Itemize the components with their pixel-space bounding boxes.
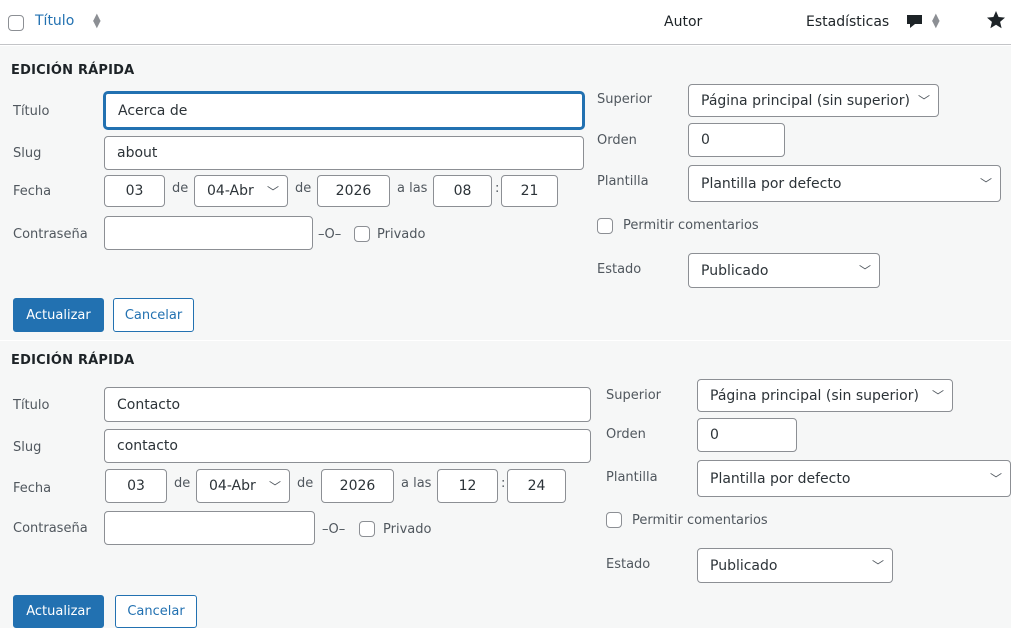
slug-label: Slug bbox=[13, 146, 42, 161]
template-select[interactable]: Plantilla por defecto ﹀ bbox=[697, 460, 1011, 497]
chevron-down-icon: ﹀ bbox=[931, 389, 944, 403]
year-input[interactable]: 2026 bbox=[317, 175, 390, 207]
author-column-header: Autor bbox=[664, 14, 703, 30]
status-select[interactable]: Publicado ﹀ bbox=[697, 548, 893, 583]
order-input[interactable]: 0 bbox=[688, 123, 785, 157]
chevron-down-icon: ﹀ bbox=[979, 177, 992, 191]
chevron-down-icon: ﹀ bbox=[871, 559, 884, 573]
date-label: Fecha bbox=[13, 184, 52, 199]
stats-column-header: Estadísticas bbox=[806, 14, 890, 30]
de-label-2: de bbox=[297, 476, 314, 491]
de-label: de bbox=[174, 476, 191, 491]
or-separator: –O– bbox=[318, 227, 342, 242]
chevron-down-icon: ﹀ bbox=[917, 94, 930, 108]
title-input[interactable]: Acerca de bbox=[104, 92, 584, 129]
parent-select[interactable]: Página principal (sin superior) ﹀ bbox=[697, 379, 953, 412]
chevron-down-icon: ﹀ bbox=[266, 184, 279, 199]
template-value: Plantilla por defecto bbox=[710, 470, 851, 487]
day-input[interactable]: 03 bbox=[105, 469, 167, 503]
template-select[interactable]: Plantilla por defecto ﹀ bbox=[688, 165, 1001, 202]
star-icon[interactable] bbox=[986, 10, 1006, 34]
month-select[interactable]: 04-Abr ﹀ bbox=[194, 175, 288, 207]
slug-input[interactable]: contacto bbox=[104, 429, 591, 463]
select-all-checkbox[interactable] bbox=[8, 15, 24, 31]
private-label: Privado bbox=[383, 522, 432, 537]
allow-comments-label: Permitir comentarios bbox=[632, 513, 768, 528]
password-label: Contraseña bbox=[13, 521, 88, 536]
cancel-button[interactable]: Cancelar bbox=[115, 595, 197, 628]
title-label: Título bbox=[13, 398, 50, 413]
order-label: Orden bbox=[606, 427, 646, 442]
chevron-down-icon: ﹀ bbox=[989, 472, 1002, 486]
at-label: a las bbox=[397, 181, 428, 196]
minute-input[interactable]: 21 bbox=[501, 175, 558, 207]
minute-input[interactable]: 24 bbox=[507, 469, 566, 503]
template-label: Plantilla bbox=[606, 470, 658, 485]
hour-input[interactable]: 08 bbox=[433, 175, 492, 207]
month-value: 04-Abr bbox=[209, 478, 256, 494]
hour-input[interactable]: 12 bbox=[437, 469, 498, 503]
parent-select[interactable]: Página principal (sin superior) ﹀ bbox=[688, 84, 939, 117]
de-label-2: de bbox=[295, 181, 312, 196]
slug-label: Slug bbox=[13, 440, 42, 455]
update-button[interactable]: Actualizar bbox=[13, 298, 104, 332]
password-label: Contraseña bbox=[13, 227, 88, 242]
date-label: Fecha bbox=[13, 481, 52, 496]
month-value: 04-Abr bbox=[207, 183, 254, 199]
order-label: Orden bbox=[597, 133, 637, 148]
title-label: Título bbox=[13, 104, 50, 119]
allow-comments-label: Permitir comentarios bbox=[623, 218, 759, 233]
template-label: Plantilla bbox=[597, 174, 649, 189]
colon-label: : bbox=[501, 476, 506, 491]
de-label: de bbox=[172, 181, 189, 196]
parent-label: Superior bbox=[597, 92, 652, 107]
password-input[interactable] bbox=[104, 216, 313, 250]
status-label: Estado bbox=[597, 262, 642, 277]
allow-comments-checkbox[interactable] bbox=[606, 512, 622, 528]
status-select[interactable]: Publicado ﹀ bbox=[688, 253, 880, 288]
parent-value: Página principal (sin superior) bbox=[701, 92, 910, 109]
private-label: Privado bbox=[377, 227, 426, 242]
quick-edit-title: EDICIÓN RÁPIDA bbox=[11, 63, 135, 78]
slug-input[interactable]: about bbox=[104, 136, 584, 170]
title-column-sort[interactable]: Título bbox=[35, 13, 74, 29]
quick-edit-title: EDICIÓN RÁPIDA bbox=[11, 353, 135, 368]
day-input[interactable]: 03 bbox=[104, 175, 165, 207]
colon-label: : bbox=[495, 181, 500, 196]
update-button[interactable]: Actualizar bbox=[13, 595, 104, 628]
at-label: a las bbox=[401, 476, 432, 491]
chevron-down-icon: ﹀ bbox=[268, 479, 281, 494]
comments-sort-icon[interactable]: ▲ ▼ bbox=[932, 13, 940, 30]
table-header: Título ▲ ▼ Autor Estadísticas ▲ ▼ bbox=[0, 0, 1011, 45]
parent-label: Superior bbox=[606, 388, 661, 403]
parent-value: Página principal (sin superior) bbox=[710, 387, 919, 404]
cancel-button[interactable]: Cancelar bbox=[113, 298, 194, 332]
private-checkbox[interactable] bbox=[359, 521, 375, 537]
status-label: Estado bbox=[606, 557, 651, 572]
private-checkbox[interactable] bbox=[354, 226, 370, 242]
template-value: Plantilla por defecto bbox=[701, 175, 842, 192]
status-value: Publicado bbox=[710, 557, 778, 574]
allow-comments-checkbox[interactable] bbox=[597, 218, 613, 234]
chevron-down-icon: ﹀ bbox=[858, 264, 871, 278]
month-select[interactable]: 04-Abr ﹀ bbox=[196, 469, 290, 503]
title-input[interactable]: Contacto bbox=[104, 387, 591, 422]
year-input[interactable]: 2026 bbox=[321, 469, 394, 503]
status-value: Publicado bbox=[701, 262, 769, 279]
comment-bubble-icon[interactable] bbox=[906, 13, 923, 34]
or-separator: –O– bbox=[322, 522, 346, 537]
password-input[interactable] bbox=[104, 511, 315, 545]
order-input[interactable]: 0 bbox=[697, 418, 797, 452]
sort-arrows-icon[interactable]: ▲ ▼ bbox=[93, 13, 101, 30]
